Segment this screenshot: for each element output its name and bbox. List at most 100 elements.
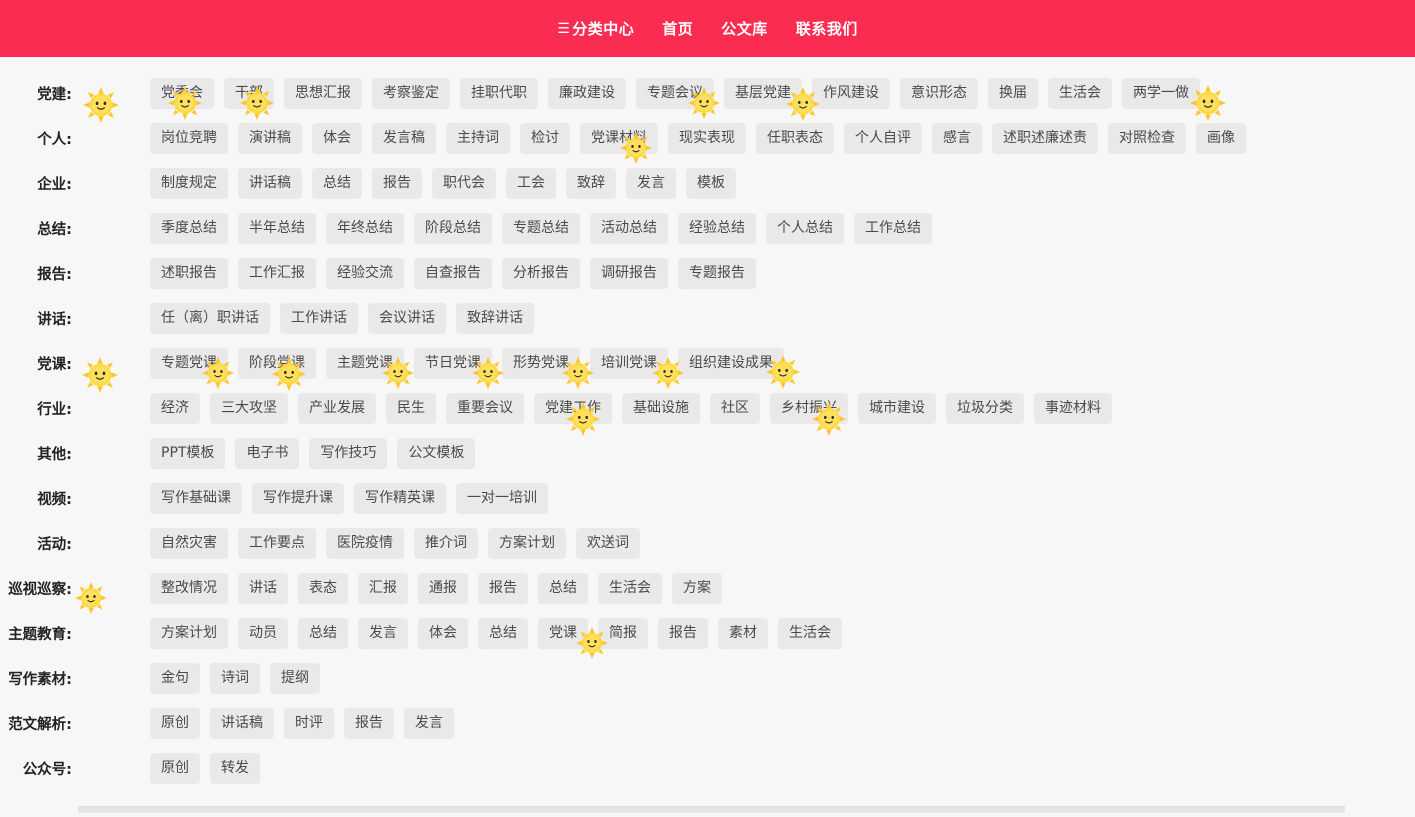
- category-chip[interactable]: 方案计划: [488, 528, 566, 559]
- category-chip[interactable]: 半年总结: [238, 213, 316, 244]
- category-chip[interactable]: 金句: [150, 663, 200, 694]
- nav-item-category-center[interactable]: ☰ 分类中心: [557, 18, 634, 39]
- category-chip[interactable]: 提纲: [270, 663, 320, 694]
- nav-item-document-library[interactable]: 公文库: [721, 18, 768, 39]
- category-chip[interactable]: 报告: [658, 618, 708, 649]
- category-chip[interactable]: 自然灾害: [150, 528, 228, 559]
- category-chip[interactable]: 城市建设: [858, 393, 936, 424]
- category-chip[interactable]: 作风建设: [812, 78, 890, 109]
- category-chip[interactable]: 组织建设成果: [678, 348, 784, 379]
- category-chip[interactable]: 任（离）职讲话: [150, 303, 270, 334]
- category-chip[interactable]: 岗位竞聘: [150, 123, 228, 154]
- category-chip[interactable]: 总结: [298, 618, 348, 649]
- category-chip[interactable]: 简报: [598, 618, 648, 649]
- category-chip[interactable]: 党建工作: [534, 393, 612, 424]
- category-chip[interactable]: 发言: [358, 618, 408, 649]
- category-chip[interactable]: 画像: [1196, 123, 1246, 154]
- category-chip[interactable]: 培训党课: [590, 348, 668, 379]
- category-chip[interactable]: 现实表现: [668, 123, 746, 154]
- category-chip[interactable]: 社区: [710, 393, 760, 424]
- category-chip[interactable]: 制度规定: [150, 168, 228, 199]
- category-chip[interactable]: 主持词: [446, 123, 510, 154]
- category-chip[interactable]: 意识形态: [900, 78, 978, 109]
- category-chip[interactable]: 三大攻坚: [210, 393, 288, 424]
- category-chip[interactable]: 感言: [932, 123, 982, 154]
- category-chip[interactable]: 报告: [344, 708, 394, 739]
- category-chip[interactable]: 原创: [150, 753, 200, 784]
- category-chip[interactable]: 经验总结: [678, 213, 756, 244]
- category-chip[interactable]: 方案: [672, 573, 722, 604]
- category-chip[interactable]: 调研报告: [590, 258, 668, 289]
- category-chip[interactable]: 致辞: [566, 168, 616, 199]
- category-chip[interactable]: 思想汇报: [284, 78, 362, 109]
- category-chip[interactable]: 总结: [478, 618, 528, 649]
- category-chip[interactable]: 乡村振兴: [770, 393, 848, 424]
- category-chip[interactable]: 体会: [312, 123, 362, 154]
- category-chip[interactable]: 干部: [224, 78, 274, 109]
- category-chip[interactable]: 职代会: [432, 168, 496, 199]
- nav-item-contact-us[interactable]: 联系我们: [796, 18, 858, 39]
- category-chip[interactable]: 党课材料: [580, 123, 658, 154]
- category-chip[interactable]: 个人自评: [844, 123, 922, 154]
- category-chip[interactable]: 写作提升课: [252, 483, 344, 514]
- category-chip[interactable]: 挂职代职: [460, 78, 538, 109]
- category-chip[interactable]: PPT模板: [150, 438, 225, 469]
- category-chip[interactable]: 模板: [686, 168, 736, 199]
- category-chip[interactable]: 电子书: [235, 438, 299, 469]
- category-chip[interactable]: 动员: [238, 618, 288, 649]
- category-chip[interactable]: 原创: [150, 708, 200, 739]
- category-chip[interactable]: 报告: [478, 573, 528, 604]
- category-chip[interactable]: 重要会议: [446, 393, 524, 424]
- category-chip[interactable]: 素材: [718, 618, 768, 649]
- category-chip[interactable]: 讲话: [238, 573, 288, 604]
- category-chip[interactable]: 诗词: [210, 663, 260, 694]
- category-chip[interactable]: 基层党建: [724, 78, 802, 109]
- category-chip[interactable]: 述职述廉述责: [992, 123, 1098, 154]
- category-chip[interactable]: 基础设施: [622, 393, 700, 424]
- category-chip[interactable]: 公文模板: [397, 438, 475, 469]
- category-chip[interactable]: 工作讲话: [280, 303, 358, 334]
- category-chip[interactable]: 经济: [150, 393, 200, 424]
- category-chip[interactable]: 致辞讲话: [456, 303, 534, 334]
- category-chip[interactable]: 廉政建设: [548, 78, 626, 109]
- category-chip[interactable]: 总结: [538, 573, 588, 604]
- category-chip[interactable]: 节日党课: [414, 348, 492, 379]
- category-chip[interactable]: 写作精英课: [354, 483, 446, 514]
- category-chip[interactable]: 换届: [988, 78, 1038, 109]
- category-chip[interactable]: 讲话稿: [210, 708, 274, 739]
- category-chip[interactable]: 季度总结: [150, 213, 228, 244]
- category-chip[interactable]: 会议讲话: [368, 303, 446, 334]
- category-chip[interactable]: 汇报: [358, 573, 408, 604]
- category-chip[interactable]: 对照检查: [1108, 123, 1186, 154]
- category-chip[interactable]: 发言: [626, 168, 676, 199]
- category-chip[interactable]: 报告: [372, 168, 422, 199]
- category-chip[interactable]: 时评: [284, 708, 334, 739]
- category-chip[interactable]: 主题党课: [326, 348, 404, 379]
- category-chip[interactable]: 产业发展: [298, 393, 376, 424]
- category-chip[interactable]: 形势党课: [502, 348, 580, 379]
- category-chip[interactable]: 专题会议: [636, 78, 714, 109]
- category-chip[interactable]: 方案计划: [150, 618, 228, 649]
- category-chip[interactable]: 工作汇报: [238, 258, 316, 289]
- category-chip[interactable]: 自查报告: [414, 258, 492, 289]
- category-chip[interactable]: 工作要点: [238, 528, 316, 559]
- category-chip[interactable]: 生活会: [598, 573, 662, 604]
- category-chip[interactable]: 经验交流: [326, 258, 404, 289]
- category-chip[interactable]: 整改情况: [150, 573, 228, 604]
- category-chip[interactable]: 党课: [538, 618, 588, 649]
- category-chip[interactable]: 通报: [418, 573, 468, 604]
- category-chip[interactable]: 个人总结: [766, 213, 844, 244]
- category-chip[interactable]: 发言稿: [372, 123, 436, 154]
- category-chip[interactable]: 检讨: [520, 123, 570, 154]
- category-chip[interactable]: 考察鉴定: [372, 78, 450, 109]
- category-chip[interactable]: 专题报告: [678, 258, 756, 289]
- category-chip[interactable]: 民生: [386, 393, 436, 424]
- category-chip[interactable]: 欢送词: [576, 528, 640, 559]
- category-chip[interactable]: 体会: [418, 618, 468, 649]
- category-chip[interactable]: 转发: [210, 753, 260, 784]
- category-chip[interactable]: 推介词: [414, 528, 478, 559]
- category-chip[interactable]: 表态: [298, 573, 348, 604]
- category-chip[interactable]: 写作技巧: [309, 438, 387, 469]
- category-chip[interactable]: 事迹材料: [1034, 393, 1112, 424]
- category-chip[interactable]: 分析报告: [502, 258, 580, 289]
